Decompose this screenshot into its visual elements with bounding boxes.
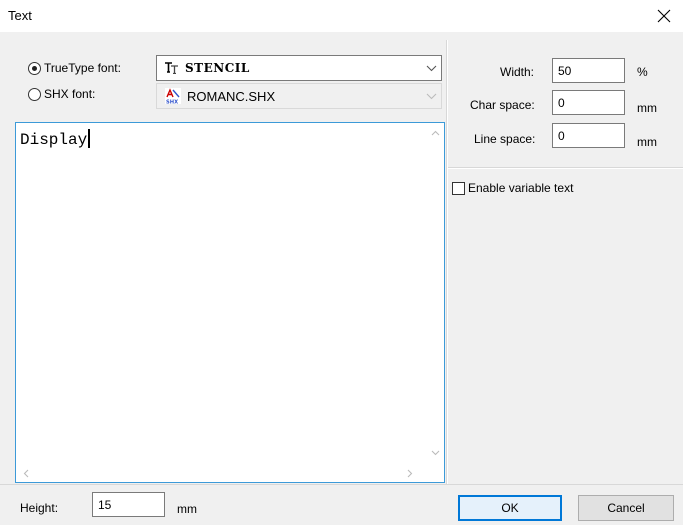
height-label: Height: <box>20 501 59 515</box>
tt-font-icon <box>165 62 178 74</box>
line-space-unit: mm <box>637 135 657 149</box>
horizontal-scrollbar[interactable] <box>16 465 427 482</box>
text-content-line: Display <box>20 129 91 149</box>
enable-variable-text-checkbox[interactable]: Enable variable text <box>452 181 573 195</box>
shx-font-label: SHX font: <box>44 87 96 101</box>
width-label: Width: <box>500 65 535 79</box>
width-unit: % <box>637 65 648 79</box>
shx-font-select[interactable]: SHX ROMANC.SHX <box>156 83 442 109</box>
truetype-font-value: STENCIL <box>185 61 250 75</box>
char-space-label: Char space: <box>470 98 535 112</box>
char-space-unit: mm <box>637 101 657 115</box>
shx-font-icon: SHX <box>165 88 181 104</box>
radio-selected-indicator <box>28 61 41 75</box>
vertical-divider-highlight <box>447 40 448 484</box>
title-bar <box>0 0 683 32</box>
bottom-separator <box>0 484 683 485</box>
scroll-up-icon[interactable] <box>431 130 440 136</box>
shx-font-radio[interactable]: SHX font: <box>28 87 95 101</box>
text-caret <box>88 129 91 148</box>
cancel-button[interactable]: Cancel <box>578 495 674 521</box>
close-button[interactable] <box>646 2 682 30</box>
horizontal-divider-highlight <box>448 168 683 169</box>
text-editor[interactable]: Display <box>15 122 445 483</box>
truetype-font-radio[interactable]: TrueType font: <box>28 61 121 75</box>
enable-variable-text-label: Enable variable text <box>468 181 574 195</box>
scroll-right-icon[interactable] <box>407 469 413 478</box>
shx-font-value: ROMANC.SHX <box>187 88 276 104</box>
chevron-down-icon <box>426 65 436 71</box>
chevron-down-icon <box>426 93 436 99</box>
truetype-font-label: TrueType font: <box>44 61 121 75</box>
scroll-left-icon[interactable] <box>23 469 29 478</box>
svg-text:SHX: SHX <box>166 100 178 105</box>
truetype-font-select[interactable]: STENCIL <box>156 55 442 81</box>
checkbox-box <box>452 181 465 195</box>
vertical-scrollbar[interactable] <box>427 123 444 466</box>
height-input[interactable]: 15 <box>92 492 165 517</box>
height-unit: mm <box>177 502 197 516</box>
close-icon <box>657 9 671 23</box>
text-content: Display <box>20 131 88 149</box>
ok-button[interactable]: OK <box>458 495 562 521</box>
scroll-down-icon[interactable] <box>431 450 440 456</box>
radio-unselected-indicator <box>28 87 41 101</box>
width-input[interactable]: 50 <box>552 58 625 83</box>
char-space-input[interactable]: 0 <box>552 90 625 115</box>
line-space-input[interactable]: 0 <box>552 123 625 148</box>
line-space-label: Line space: <box>474 132 536 146</box>
dialog-title: Text <box>8 8 32 23</box>
